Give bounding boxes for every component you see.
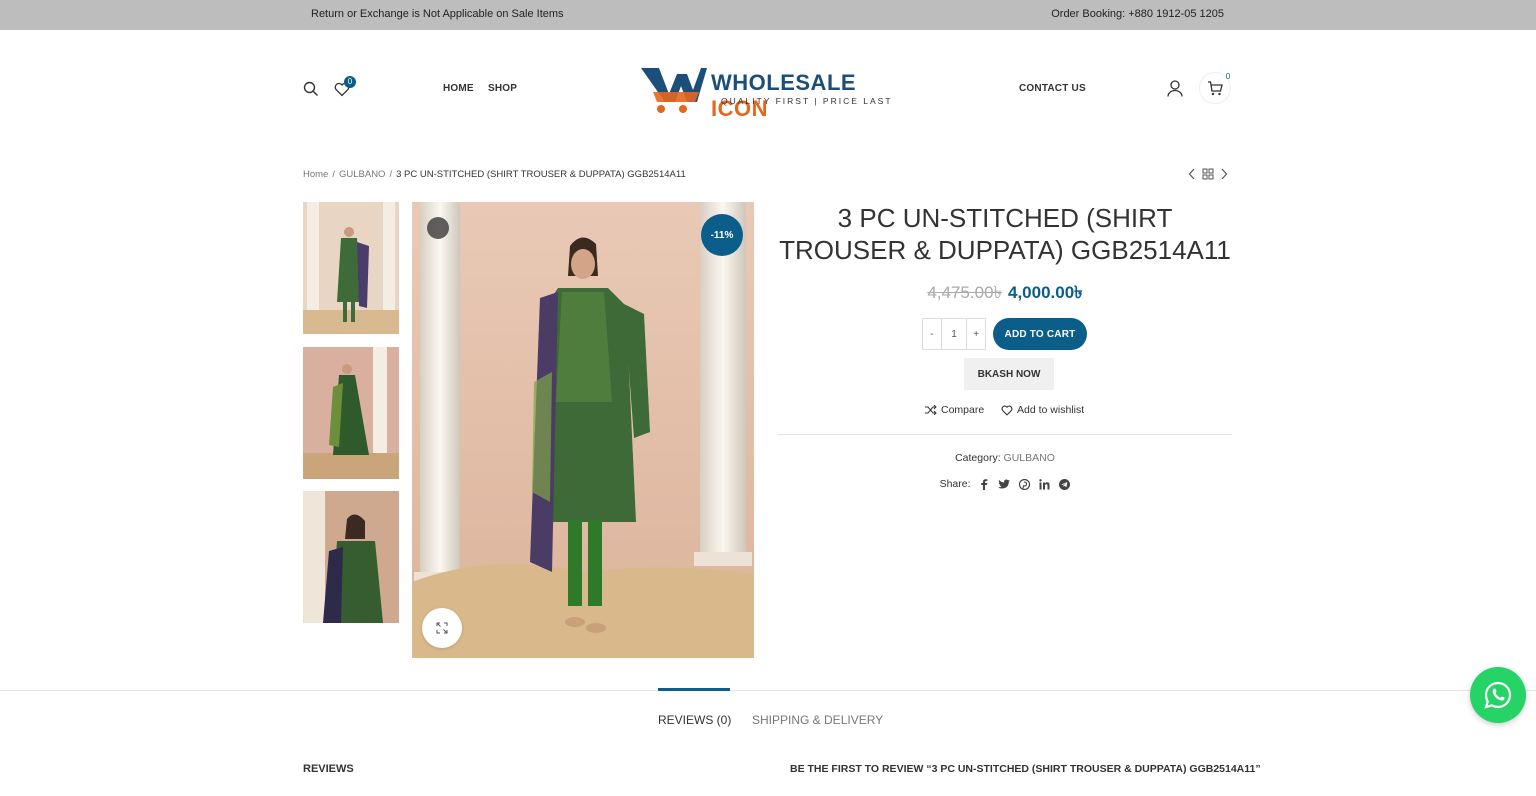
product-category: Category: GULBANO (778, 452, 1232, 464)
category-link[interactable]: GULBANO (1004, 452, 1055, 464)
tab-shipping-delivery[interactable]: SHIPPING & DELIVERY (752, 713, 883, 727)
order-booking-phone[interactable]: Order Booking: +880 1912-05 1205 (1051, 8, 1224, 20)
breadcrumb-current: 3 PC UN-STITCHED (SHIRT TROUSER & DUPPAT… (396, 169, 686, 180)
user-icon (1167, 79, 1183, 97)
active-tab-indicator (658, 688, 730, 691)
cart-button[interactable]: 0 (1199, 72, 1231, 104)
qty-input[interactable]: 1 (940, 319, 968, 349)
share-label: Share: (939, 478, 971, 490)
shuffle-icon (925, 405, 937, 415)
thumbnail-image (303, 202, 399, 334)
old-price: 4,475.00৳ (927, 283, 1002, 302)
whatsapp-icon (1484, 681, 1512, 709)
product-navigation (1186, 167, 1230, 181)
qty-minus-button[interactable]: - (923, 319, 941, 349)
reviews-heading: REVIEWS (303, 763, 354, 775)
sale-price: 4,000.00৳ (1008, 283, 1083, 302)
wishlist-count-badge: 0 (344, 76, 356, 88)
twitter-icon[interactable] (998, 479, 1011, 490)
wishlist-button[interactable]: 0 (332, 76, 356, 98)
tab-reviews[interactable]: REVIEWS (0) (658, 713, 731, 727)
facebook-icon[interactable] (979, 478, 989, 490)
telegram-icon[interactable] (1059, 478, 1071, 490)
product-main-image[interactable] (412, 202, 754, 658)
breadcrumb-category[interactable]: GULBANO (339, 169, 385, 180)
divider (778, 434, 1232, 435)
product-price: 4,475.00৳ 4,000.00৳ (778, 280, 1232, 308)
quantity-stepper: - 1 + (922, 318, 986, 350)
breadcrumb-home[interactable]: Home (303, 169, 328, 180)
nav-home[interactable]: HOME (443, 83, 474, 94)
nav-shop[interactable]: SHOP (488, 83, 517, 94)
category-label: Category: (955, 452, 1001, 464)
add-to-cart-button[interactable]: ADD TO CART (993, 318, 1087, 350)
product-thumbnail-2[interactable] (303, 347, 399, 479)
chevron-left-icon[interactable] (1188, 168, 1196, 180)
chevron-right-icon[interactable] (1220, 168, 1228, 180)
qty-plus-button[interactable]: + (967, 319, 985, 349)
product-thumbnail-1[interactable] (303, 202, 399, 334)
sale-badge: -11% (701, 214, 743, 256)
share-row: Share: (778, 478, 1232, 490)
first-review-heading: BE THE FIRST TO REVIEW “3 PC UN-STITCHED… (790, 763, 1261, 775)
thumbnail-image (303, 347, 399, 479)
expand-icon (436, 622, 448, 634)
whatsapp-button[interactable] (1470, 667, 1526, 723)
bkash-now-button[interactable]: BKASH NOW (964, 358, 1054, 390)
logo-tagline: QUALITY FIRST | PRICE LAST (721, 96, 893, 106)
linkedin-icon[interactable] (1039, 478, 1050, 490)
nav-contact[interactable]: CONTACT US (1019, 83, 1086, 94)
logo-mark-icon (641, 68, 707, 113)
search-icon (303, 81, 318, 96)
compare-link[interactable]: Compare (925, 404, 984, 416)
thumbnail-image (303, 491, 399, 623)
compare-label: Compare (941, 404, 985, 416)
main-image-graphic (412, 202, 754, 658)
top-bar: Return or Exchange is Not Applicable on … (0, 0, 1536, 30)
grid-icon[interactable] (1202, 168, 1214, 180)
pinterest-icon[interactable] (1019, 478, 1031, 490)
search-button[interactable] (302, 80, 320, 98)
sale-notice: Return or Exchange is Not Applicable on … (311, 8, 564, 20)
tabs-divider (0, 690, 1536, 691)
cart-count-badge: 0 (1225, 72, 1231, 81)
heart-icon (1001, 405, 1013, 416)
account-button[interactable] (1166, 79, 1184, 97)
logo-brand-part1: WHOLESALE (711, 70, 857, 95)
breadcrumb: Home / GULBANO/3 PC UN-STITCHED (SHIRT TRO… (303, 169, 686, 180)
site-logo[interactable]: WHOLESALE ICON QUALITY FIRST | PRICE LAS… (639, 66, 901, 121)
product-title: 3 PC UN-STITCHED (SHIRT TROUSER & DUPPAT… (779, 203, 1231, 265)
zoom-button[interactable] (422, 608, 462, 648)
site-header: 0 HOME SHOP WHOLESALE ICON QUALITY FIRST… (0, 30, 1536, 148)
cart-icon (1208, 80, 1223, 95)
add-to-wishlist-link[interactable]: Add to wishlist (1001, 404, 1084, 416)
product-thumbnail-3[interactable] (303, 491, 399, 623)
wishlist-label: Add to wishlist (1017, 404, 1085, 416)
